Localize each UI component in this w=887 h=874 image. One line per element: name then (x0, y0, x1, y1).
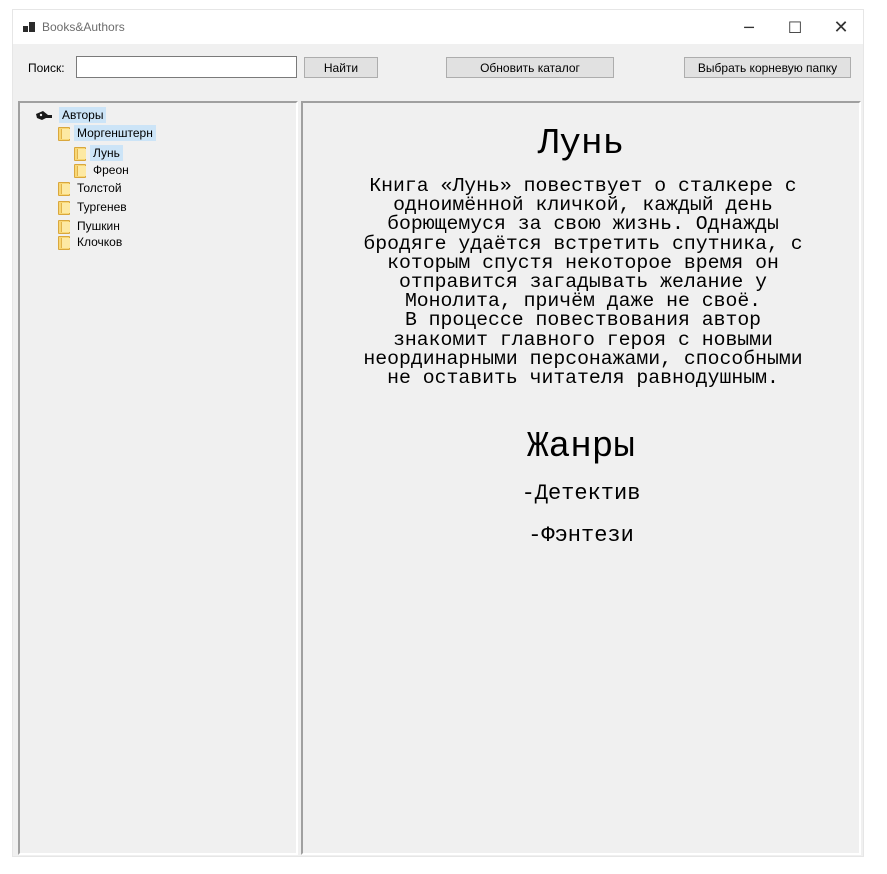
tree-node-label: Клочков (77, 235, 123, 249)
folder-icon (57, 219, 70, 234)
description-line: бродяге удаётся встретить спутника, с (363, 232, 803, 255)
tree-node-book[interactable]: Фреон (73, 162, 132, 178)
description-line: не оставить читателя равнодушным. (387, 367, 779, 390)
window-title: Books&Authors (42, 20, 125, 34)
description-line: борющемуся за свою жизнь. Однажды (387, 213, 779, 236)
genre-item: -Детектив (521, 481, 641, 506)
tree-node-authors[interactable]: Авторы (35, 107, 107, 123)
tree-node-label: Моргенштерн (74, 125, 156, 141)
tree-node-author[interactable]: Тургенев (57, 199, 130, 215)
find-button[interactable]: Найти (304, 57, 378, 78)
authors-tree[interactable]: Авторы Моргенштерн Лунь Фреон Толстой Ту… (18, 101, 298, 855)
folder-icon (57, 200, 70, 215)
tree-node-author[interactable]: Клочков (57, 234, 125, 250)
folder-icon (57, 181, 70, 196)
tree-node-book[interactable]: Лунь (73, 145, 123, 161)
tree-node-label: Тургенев (77, 200, 127, 214)
tree-node-author[interactable]: Толстой (57, 180, 125, 196)
tree-node-author[interactable]: Моргенштерн (57, 125, 156, 141)
tree-node-label: Толстой (77, 181, 122, 195)
genres-heading: Жанры (526, 426, 636, 467)
maximize-button[interactable]: ☐ (772, 10, 818, 44)
folder-icon (73, 146, 86, 161)
tree-node-label: Пушкин (77, 219, 120, 233)
tree-node-label: Лунь (90, 145, 123, 161)
book-description: Книга «Лунь» повествует о сталкере с одн… (333, 176, 833, 390)
tree-node-label: Фреон (93, 163, 129, 177)
title-bar[interactable]: Books&Authors ─ ☐ ✕ (13, 10, 863, 44)
minimize-button[interactable]: ─ (726, 10, 772, 44)
folder-icon (57, 235, 70, 250)
book-title: Лунь (537, 123, 625, 164)
app-window: Books&Authors ─ ☐ ✕ Поиск: Найти Обновит… (12, 9, 864, 857)
genre-item: -Фэнтези (528, 523, 634, 548)
tree-node-label: Авторы (59, 107, 107, 123)
choose-root-folder-button[interactable]: Выбрать корневую папку (684, 57, 851, 78)
shield-key-icon (36, 111, 52, 120)
book-details-panel: Лунь Книга «Лунь» повествует о сталкере … (301, 101, 861, 855)
refresh-catalog-button[interactable]: Обновить каталог (446, 57, 614, 78)
app-icon (23, 21, 35, 33)
description-line: В процессе повествования автор (404, 309, 762, 332)
folder-icon (73, 163, 86, 178)
search-label: Поиск: (28, 61, 65, 75)
search-input[interactable] (76, 56, 297, 78)
close-button[interactable]: ✕ (818, 10, 864, 44)
tree-node-author[interactable]: Пушкин (57, 218, 123, 234)
description-line: знакомит главного героя с новыми (393, 328, 773, 351)
folder-icon (57, 126, 70, 141)
